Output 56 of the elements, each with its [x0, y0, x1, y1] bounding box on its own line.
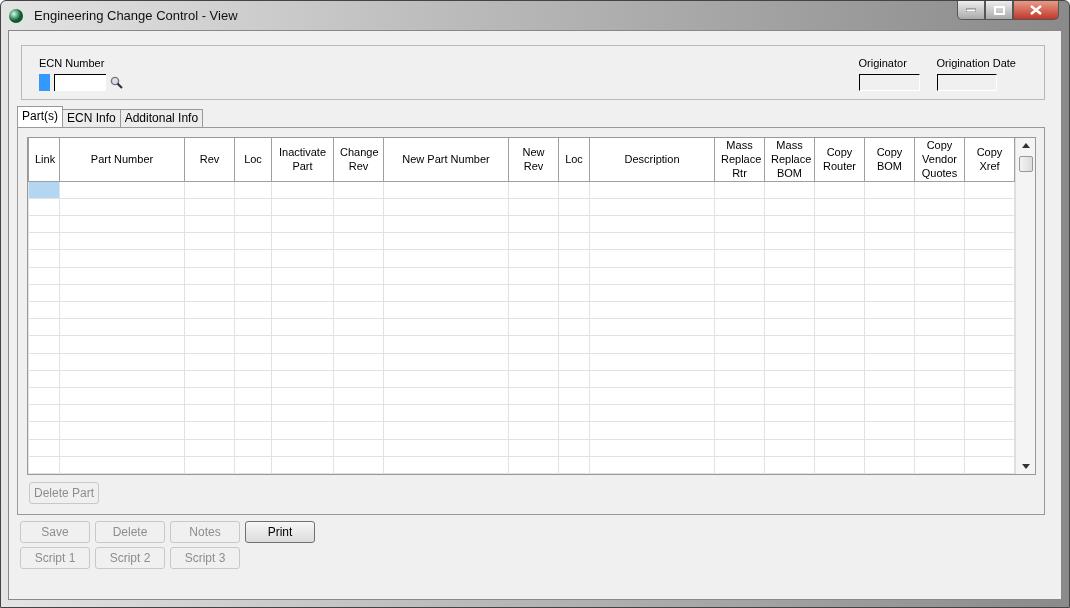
minimize-button[interactable] — [957, 1, 985, 20]
column-header[interactable]: Copy Router — [814, 138, 865, 181]
row-selector-cell[interactable] — [28, 353, 60, 371]
window-title: Engineering Change Control - View — [33, 6, 239, 25]
tab[interactable]: Additonal Info — [119, 109, 204, 127]
row-selector-cell[interactable] — [28, 387, 60, 405]
column-header[interactable]: Part Number — [59, 138, 185, 181]
search-icon[interactable] — [110, 76, 123, 89]
column-header[interactable]: Copy Vendor Quotes — [914, 138, 965, 181]
originator-field[interactable] — [858, 74, 920, 91]
column-header[interactable]: Description — [589, 138, 715, 181]
field-indicator — [39, 74, 50, 91]
row-selector-cell[interactable] — [28, 439, 60, 457]
row-selector-cell[interactable] — [28, 456, 60, 474]
minimize-icon — [966, 8, 976, 12]
column-header[interactable]: Copy BOM — [864, 138, 915, 181]
row-selector-cell[interactable] — [28, 284, 60, 302]
row-selector-cell[interactable] — [28, 267, 60, 285]
column-header[interactable]: Change Rev — [333, 138, 384, 181]
origination-date-label: Origination Date — [936, 57, 1016, 70]
tab[interactable]: Part(s) — [17, 106, 63, 127]
column-header[interactable]: Link — [28, 138, 60, 181]
row-selector-cell[interactable] — [28, 404, 60, 422]
scroll-down-icon[interactable] — [1022, 464, 1030, 469]
column-header[interactable]: New Rev — [508, 138, 559, 181]
column-header[interactable]: Rev — [184, 138, 235, 181]
row-selector-cell[interactable] — [28, 301, 60, 319]
column-header[interactable]: Loc — [558, 138, 590, 181]
close-icon — [1030, 5, 1042, 15]
originator-label: Originator — [858, 57, 908, 70]
origination-date-field[interactable] — [936, 74, 997, 91]
ecn-number-field[interactable] — [54, 74, 106, 91]
maximize-button[interactable] — [985, 1, 1013, 20]
row-selector-cell[interactable] — [28, 318, 60, 336]
row-selector-cell[interactable] — [28, 232, 60, 250]
scroll-up-icon[interactable] — [1022, 143, 1030, 148]
ecn-number-label: ECN Number — [39, 57, 106, 70]
row-selector-cell[interactable] — [28, 198, 60, 216]
column-header[interactable]: Copy Xref — [964, 138, 1015, 181]
maximize-icon — [993, 5, 1005, 15]
tab[interactable]: ECN Info — [62, 109, 121, 127]
row-selector-cell[interactable] — [28, 335, 60, 354]
globe-icon — [8, 7, 24, 24]
row-selector-cell[interactable] — [28, 421, 60, 440]
column-header[interactable]: Inactivate Part — [271, 138, 334, 181]
row-selector-cell[interactable] — [28, 370, 60, 388]
column-header[interactable]: New Part Number — [383, 138, 509, 181]
column-header[interactable]: Mass Replace Rtr — [714, 138, 765, 181]
column-header[interactable]: Mass Replace BOM — [764, 138, 815, 181]
scrollbar-thumb[interactable] — [1019, 156, 1033, 172]
column-header[interactable]: Loc — [234, 138, 272, 181]
row-selector-cell[interactable] — [28, 249, 60, 267]
close-button[interactable] — [1013, 1, 1059, 20]
vertical-scrollbar[interactable] — [1015, 138, 1035, 474]
row-selector-cell[interactable] — [28, 215, 60, 233]
action-button[interactable]: Print — [245, 521, 315, 543]
